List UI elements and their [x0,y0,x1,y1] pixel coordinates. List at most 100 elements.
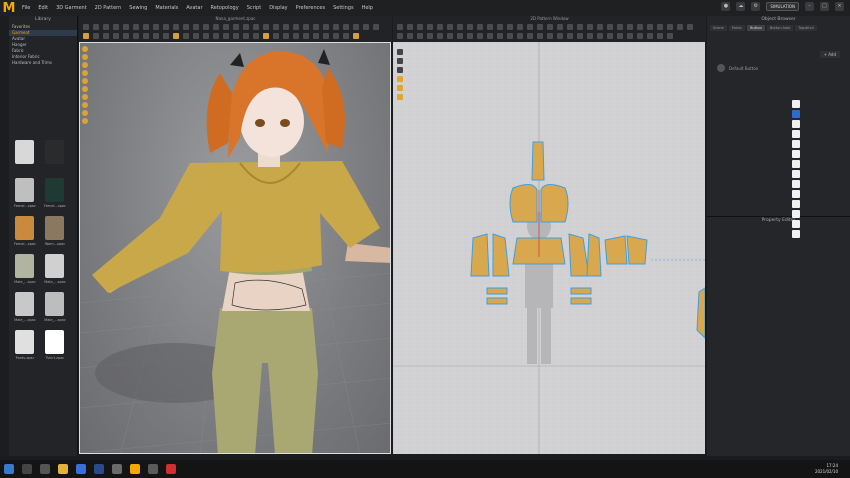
toolbar-tool-icon[interactable] [687,23,693,30]
toolbar-tool-icon[interactable] [273,23,279,30]
floating-tool-icon[interactable] [792,220,800,228]
toolbar-tool-icon[interactable] [83,32,89,39]
toolbar-tool-icon[interactable] [507,32,513,39]
library-thumbnail[interactable]: Male_...zpac [40,252,70,290]
toolbar-tool-icon[interactable] [333,32,339,39]
toolbar-tool-icon[interactable] [427,23,433,30]
avatar-tool-icon[interactable] [82,102,88,108]
toolbar-tool-icon[interactable] [517,23,523,30]
pattern-tool-icon[interactable] [397,85,403,91]
toolbar-tool-icon[interactable] [457,32,463,39]
toolbar-tool-icon[interactable] [667,32,673,39]
user-icon[interactable]: ● [721,2,731,11]
library-tree-item[interactable]: Hardware and Trims [9,60,77,66]
button-list-item[interactable]: Default Button [717,64,758,72]
floating-tool-icon[interactable] [792,110,800,118]
toolbar-tool-icon[interactable] [467,32,473,39]
menu-retopology[interactable]: Retopology [207,5,243,11]
toolbar-tool-icon[interactable] [407,32,413,39]
toolbar-tool-icon[interactable] [427,32,433,39]
toolbar-tool-icon[interactable] [203,32,209,39]
floating-tool-icon[interactable] [792,180,800,188]
toolbar-tool-icon[interactable] [587,23,593,30]
toolbar-tool-icon[interactable] [437,23,443,30]
toolbar-tool-icon[interactable] [487,32,493,39]
toolbar-tool-icon[interactable] [313,32,319,39]
toolbar-tool-icon[interactable] [657,32,663,39]
toolbar-tool-icon[interactable] [667,23,673,30]
toolbar-tool-icon[interactable] [283,32,289,39]
library-thumbnail[interactable] [40,138,70,176]
tab-scene[interactable]: Scene [710,25,727,31]
toolbar-tool-icon[interactable] [103,32,109,39]
toolbar-tool-icon[interactable] [303,32,309,39]
floating-tool-icon[interactable] [792,100,800,108]
toolbar-tool-icon[interactable] [647,23,653,30]
avatar-tool-icon[interactable] [82,54,88,60]
toolbar-tool-icon[interactable] [437,32,443,39]
library-thumbnail[interactable]: Male_...zpac [10,252,40,290]
menu-edit[interactable]: Edit [34,5,52,11]
toolbar-tool-icon[interactable] [477,23,483,30]
pattern-tool-icon[interactable] [397,76,403,82]
toolbar-tool-icon[interactable] [397,32,403,39]
floating-tool-icon[interactable] [792,230,800,238]
toolbar-tool-icon[interactable] [557,32,563,39]
toolbar-tool-icon[interactable] [637,32,643,39]
store-icon[interactable] [76,464,86,474]
library-thumbnail[interactable]: Femal...zpac [10,176,40,214]
toolbar-tool-icon[interactable] [233,23,239,30]
toolbar-tool-icon[interactable] [397,23,403,30]
toolbar-tool-icon[interactable] [243,32,249,39]
avatar-tool-icon[interactable] [82,86,88,92]
toolbar-tool-icon[interactable] [607,32,613,39]
tab-button-hole[interactable]: Button-hole [766,25,794,31]
toolbar-tool-icon[interactable] [607,23,613,30]
floating-tool-icon[interactable] [792,120,800,128]
toolbar-tool-icon[interactable] [173,23,179,30]
toolbar-tool-icon[interactable] [213,32,219,39]
task-view-icon[interactable] [40,464,50,474]
toolbar-tool-icon[interactable] [547,32,553,39]
toolbar-tool-icon[interactable] [343,32,349,39]
toolbar-tool-icon[interactable] [527,32,533,39]
marvelous-taskbar-icon[interactable] [130,464,140,474]
toolbar-tool-icon[interactable] [93,23,99,30]
library-thumbnail[interactable]: Male_...zpac [10,290,40,328]
toolbar-tool-icon[interactable] [677,23,683,30]
add-button[interactable]: + Add [819,51,840,58]
toolbar-tool-icon[interactable] [447,32,453,39]
toolbar-tool-icon[interactable] [103,23,109,30]
floating-tool-icon[interactable] [792,210,800,218]
toolbar-tool-icon[interactable] [113,32,119,39]
toolbar-tool-icon[interactable] [293,32,299,39]
close-icon[interactable]: × [835,2,844,11]
toolbar-tool-icon[interactable] [153,32,159,39]
3d-viewport[interactable] [79,42,391,454]
start-icon[interactable] [4,464,14,474]
menu-script[interactable]: Script [243,5,266,11]
simulation-button[interactable]: SIMULATION [766,2,799,11]
pattern-tool-icon[interactable] [397,67,403,73]
photoshop-icon[interactable] [94,464,104,474]
toolbar-tool-icon[interactable] [497,23,503,30]
toolbar-tool-icon[interactable] [353,32,359,39]
toolbar-tool-icon[interactable] [163,23,169,30]
toolbar-tool-icon[interactable] [587,32,593,39]
toolbar-tool-icon[interactable] [193,32,199,39]
settings-icon[interactable]: ⚙ [751,2,761,11]
toolbar-tool-icon[interactable] [193,23,199,30]
menu-3d-garment[interactable]: 3D Garment [52,5,91,11]
library-thumbnail[interactable]: Pants.zpac [10,328,40,366]
avatar-tool-icon[interactable] [82,46,88,52]
toolbar-tool-icon[interactable] [123,23,129,30]
toolbar-tool-icon[interactable] [323,23,329,30]
toolbar-tool-icon[interactable] [313,23,319,30]
toolbar-tool-icon[interactable] [567,23,573,30]
avatar-tool-icon[interactable] [82,70,88,76]
toolbar-tool-icon[interactable] [223,23,229,30]
menu-settings[interactable]: Settings [329,5,358,11]
toolbar-tool-icon[interactable] [547,23,553,30]
maximize-icon[interactable]: □ [820,2,829,11]
toolbar-tool-icon[interactable] [477,32,483,39]
